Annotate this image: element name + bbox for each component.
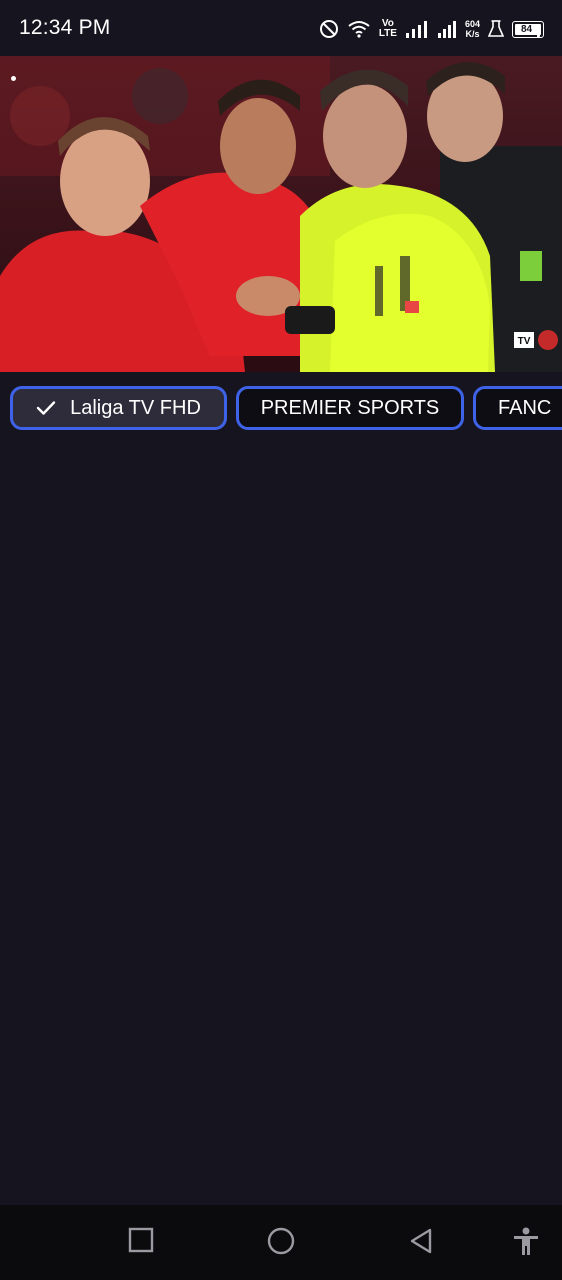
battery-icon: 84 xyxy=(512,20,544,38)
channel-chip-label: PREMIER SPORTS xyxy=(260,396,440,419)
do-not-disturb-icon xyxy=(319,19,339,39)
back-icon[interactable] xyxy=(408,1227,434,1255)
volte-bottom: LTE xyxy=(378,28,397,39)
channel-chip-laliga-tv-fhd[interactable]: Laliga TV FHD xyxy=(10,386,227,430)
video-indicator-dot xyxy=(11,76,16,81)
recent-apps-icon[interactable] xyxy=(128,1227,154,1253)
battery-level: 84 xyxy=(520,23,533,35)
accessibility-icon[interactable] xyxy=(512,1227,540,1257)
home-icon[interactable] xyxy=(266,1227,296,1255)
status-bar: 12:34 PM Vo LTE 604 K/s 84 xyxy=(0,0,562,56)
volte-indicator: Vo LTE xyxy=(379,19,397,39)
check-icon xyxy=(36,400,56,416)
channel-chip-label: FANC xyxy=(498,396,552,419)
channel-chip-fanc[interactable]: FANC xyxy=(473,386,562,430)
channel-chip-premier-sports[interactable]: PREMIER SPORTS xyxy=(236,386,464,430)
wifi-icon xyxy=(347,19,371,39)
svg-text:TV: TV xyxy=(518,336,531,347)
channel-chip-label: Laliga TV FHD xyxy=(70,396,201,419)
video-frame: TV xyxy=(0,56,562,372)
status-icons: Vo LTE 604 K/s 84 xyxy=(319,14,544,44)
net-speed-unit: K/s xyxy=(465,29,480,39)
status-time: 12:34 PM xyxy=(19,16,111,39)
video-player[interactable]: TV xyxy=(0,56,562,372)
beaker-icon xyxy=(488,20,504,38)
signal-icon xyxy=(405,19,429,39)
net-speed: 604 K/s xyxy=(465,19,480,39)
net-speed-value: 604 xyxy=(464,19,480,29)
signal-icon xyxy=(437,19,457,39)
channel-selector: Laliga TV FHD PREMIER SPORTS FANC xyxy=(0,384,562,436)
system-nav-bar xyxy=(0,1205,562,1280)
